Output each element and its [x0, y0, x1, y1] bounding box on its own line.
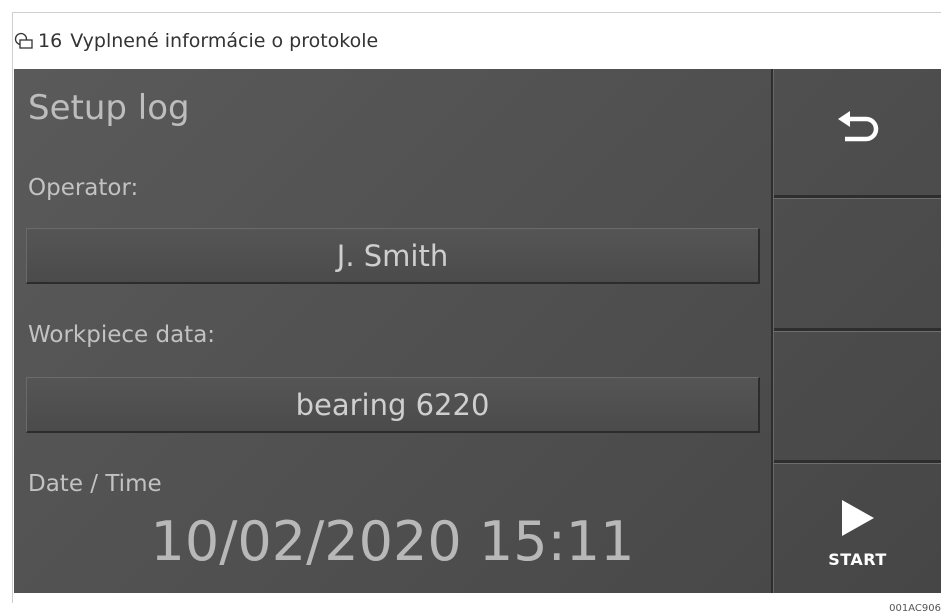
image-code: 001AC906 [889, 603, 941, 614]
sidebar-empty-button-1[interactable] [774, 199, 941, 328]
device-screen: Setup log Operator: J. Smith Workpiece d… [14, 69, 941, 593]
sidebar-empty-button-2[interactable] [774, 332, 941, 460]
back-arrow-icon [835, 110, 881, 154]
datetime-value: 10/02/2020 15:11 [150, 510, 635, 573]
figure-number: 16 [38, 30, 63, 52]
operator-label: Operator: [28, 175, 139, 201]
operator-field[interactable]: J. Smith [26, 228, 760, 284]
setup-log-panel: Setup log Operator: J. Smith Workpiece d… [14, 69, 771, 593]
sidebar: START [771, 69, 941, 593]
start-label: START [828, 550, 887, 569]
workpiece-label: Workpiece data: [28, 322, 216, 348]
start-button[interactable]: START [774, 464, 941, 593]
figure-caption-text: Vyplnené informácie o protokole [70, 30, 379, 52]
page-title: Setup log [28, 88, 190, 128]
workpiece-field[interactable]: bearing 6220 [26, 377, 760, 433]
back-button[interactable] [774, 69, 941, 195]
figure-caption: 16 Vyplnené informácie o protokole [14, 26, 378, 56]
play-icon [840, 498, 876, 542]
operator-value: J. Smith [336, 238, 449, 273]
datetime-label: Date / Time [28, 471, 162, 497]
workpiece-value: bearing 6220 [295, 387, 490, 422]
figure-icon [14, 32, 34, 50]
